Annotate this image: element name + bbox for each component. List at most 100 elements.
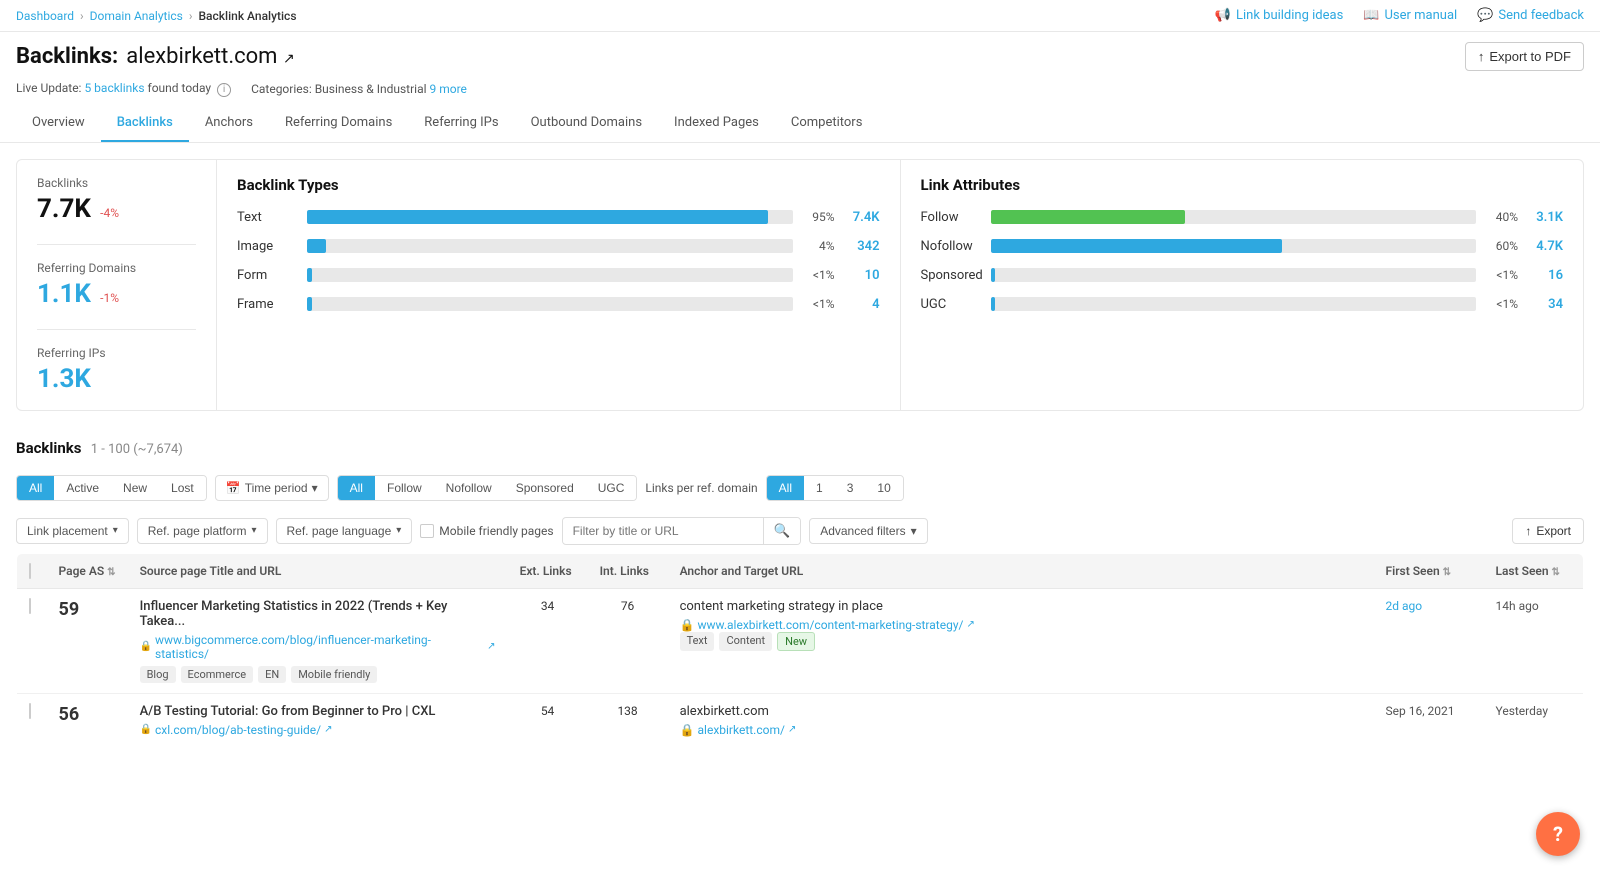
col-header-first-seen: First Seen ⇅ [1374, 553, 1484, 588]
external-link-icon-3: ↗ [324, 724, 332, 735]
filter-active-button[interactable]: Active [54, 476, 111, 500]
mobile-friendly-checkbox[interactable] [420, 524, 434, 538]
help-button[interactable]: ? [1536, 812, 1580, 856]
link-type-ugc-button[interactable]: UGC [586, 476, 637, 500]
col-header-source: Source page Title and URL [128, 553, 508, 588]
source-url-link-2[interactable]: cxl.com/blog/ab-testing-guide/ [155, 723, 321, 737]
table-header-row: Backlinks 1 - 100 (~7,674) [16, 427, 1584, 467]
breadcrumb-item-domain-analytics[interactable]: Domain Analytics [90, 9, 183, 23]
user-manual-link[interactable]: 📖 User manual [1363, 8, 1457, 23]
search-button[interactable]: 🔍 [763, 518, 801, 544]
filter-all-button[interactable]: All [17, 476, 54, 500]
filter-new-button[interactable]: New [111, 476, 159, 500]
row-last-seen-1: 14h ago [1484, 588, 1584, 693]
tag-new: New [777, 632, 815, 651]
col-header-anchor: Anchor and Target URL [668, 553, 1374, 588]
tag-ecommerce: Ecommerce [181, 666, 254, 683]
caret-down-icon: ▾ [312, 481, 318, 495]
filter-lost-button[interactable]: Lost [159, 476, 206, 500]
link-placement-dropdown[interactable]: Link placement ▾ [16, 518, 129, 544]
chart-row-text: Text 95% 7.4K [237, 210, 880, 225]
row-checkbox-2[interactable] [29, 703, 31, 719]
row-int-links-1: 76 [588, 588, 668, 693]
row-anchor-1: content marketing strategy in place 🔒 ww… [668, 588, 1374, 693]
type-filter-group: All Active New Lost [16, 475, 207, 501]
link-building-ideas-link[interactable]: 📢 Link building ideas [1215, 8, 1344, 23]
links-per-all-button[interactable]: All [767, 476, 804, 500]
row-first-seen-2: Sep 16, 2021 [1374, 693, 1484, 752]
backlink-types-panel: Backlink Types Text 95% 7.4K Image 4% 34… [217, 160, 901, 410]
tag-text: Text [680, 632, 715, 651]
external-link-icon-1: ↗ [487, 641, 495, 652]
row-checkbox-1[interactable] [29, 598, 31, 614]
tag-mobile-friendly: Mobile friendly [291, 666, 377, 683]
ref-page-language-dropdown[interactable]: Ref. page language ▾ [276, 518, 413, 544]
live-update-bar: Live Update: 5 backlinks found today i C… [0, 77, 1600, 105]
link-type-follow-button[interactable]: Follow [375, 476, 434, 500]
more-categories-link[interactable]: 9 more [430, 82, 467, 96]
row-ext-links-1: 34 [508, 588, 588, 693]
breadcrumb-item-dashboard[interactable]: Dashboard [16, 9, 74, 23]
chart-row-ugc: UGC <1% 34 [921, 297, 1564, 312]
time-period-dropdown[interactable]: 📅 Time period ▾ [215, 475, 329, 501]
tab-overview[interactable]: Overview [16, 105, 101, 142]
col-header-last-seen: Last Seen ⇅ [1484, 553, 1584, 588]
tab-indexed-pages[interactable]: Indexed Pages [658, 105, 775, 142]
anchor-url-link-1[interactable]: www.alexbirkett.com/content-marketing-st… [698, 618, 964, 632]
sort-icon-first-seen[interactable]: ⇅ [1443, 567, 1451, 578]
export-icon: ↑ [1478, 49, 1485, 64]
chart-row-sponsored: Sponsored <1% 16 [921, 268, 1564, 283]
link-type-sponsored-button[interactable]: Sponsored [504, 476, 586, 500]
row-check-2 [17, 693, 47, 752]
lock-icon-2: 🔒 [680, 618, 695, 632]
breadcrumb-item-backlink-analytics: Backlink Analytics [198, 9, 296, 23]
backlinks-found-link[interactable]: 5 backlinks [84, 81, 144, 95]
top-actions: 📢 Link building ideas 📖 User manual 💬 Se… [1215, 8, 1584, 23]
backlinks-stat: Backlinks 7.7K -4% [37, 176, 196, 224]
export-button[interactable]: ↑ Export [1512, 518, 1584, 544]
page-title: Backlinks: alexbirkett.com ↗ [16, 44, 295, 69]
anchor-url-link-2[interactable]: alexbirkett.com/ [698, 723, 785, 737]
table-row: 56 A/B Testing Tutorial: Go from Beginne… [17, 693, 1584, 752]
row-page-as-1: 59 [47, 588, 128, 693]
tab-competitors[interactable]: Competitors [775, 105, 879, 142]
row-int-links-2: 138 [588, 693, 668, 752]
chart-row-frame: Frame <1% 4 [237, 297, 880, 312]
sort-icon-last-seen[interactable]: ⇅ [1552, 567, 1560, 578]
links-per-10-button[interactable]: 10 [865, 476, 902, 500]
link-attributes-panel: Link Attributes Follow 40% 3.1K Nofollow… [901, 160, 1584, 410]
caret-down-icon-3: ▾ [251, 525, 256, 536]
anchor-tags-1: Text Content New [680, 632, 1362, 651]
sort-icon-page-as[interactable]: ⇅ [107, 567, 115, 578]
info-icon[interactable]: i [217, 83, 231, 97]
row-ext-links-2: 54 [508, 693, 588, 752]
select-all-checkbox[interactable] [29, 563, 31, 579]
mobile-friendly-filter[interactable]: Mobile friendly pages [420, 524, 553, 538]
book-icon: 📖 [1363, 8, 1379, 23]
row-check-1 [17, 588, 47, 693]
links-per-1-button[interactable]: 1 [804, 476, 835, 500]
send-feedback-link[interactable]: 💬 Send feedback [1477, 8, 1584, 23]
ref-page-platform-dropdown[interactable]: Ref. page platform ▾ [137, 518, 268, 544]
row-source-2: A/B Testing Tutorial: Go from Beginner t… [128, 693, 508, 752]
tab-outbound-domains[interactable]: Outbound Domains [515, 105, 658, 142]
tab-referring-ips[interactable]: Referring IPs [408, 105, 514, 142]
search-input[interactable] [563, 519, 763, 543]
tab-backlinks[interactable]: Backlinks [101, 105, 189, 142]
link-type-nofollow-button[interactable]: Nofollow [434, 476, 504, 500]
tab-anchors[interactable]: Anchors [189, 105, 269, 142]
link-type-all-button[interactable]: All [338, 476, 375, 500]
calendar-icon: 📅 [226, 481, 241, 495]
caret-down-icon-2: ▾ [113, 525, 118, 536]
links-per-ref-group: All 1 3 10 [766, 475, 904, 501]
lock-icon-4: 🔒 [680, 723, 695, 737]
source-url-link-1[interactable]: www.bigcommerce.com/blog/influencer-mark… [155, 633, 484, 661]
export-pdf-button[interactable]: ↑ Export to PDF [1465, 42, 1584, 71]
row-source-1: Influencer Marketing Statistics in 2022 … [128, 588, 508, 693]
links-per-3-button[interactable]: 3 [835, 476, 866, 500]
advanced-filters-button[interactable]: Advanced filters ▾ [809, 518, 927, 544]
link-type-filter-group: All Follow Nofollow Sponsored UGC [337, 475, 638, 501]
external-link-icon-2: ↗ [966, 619, 974, 630]
tab-referring-domains[interactable]: Referring Domains [269, 105, 408, 142]
lock-icon-3: 🔒 [140, 724, 152, 735]
